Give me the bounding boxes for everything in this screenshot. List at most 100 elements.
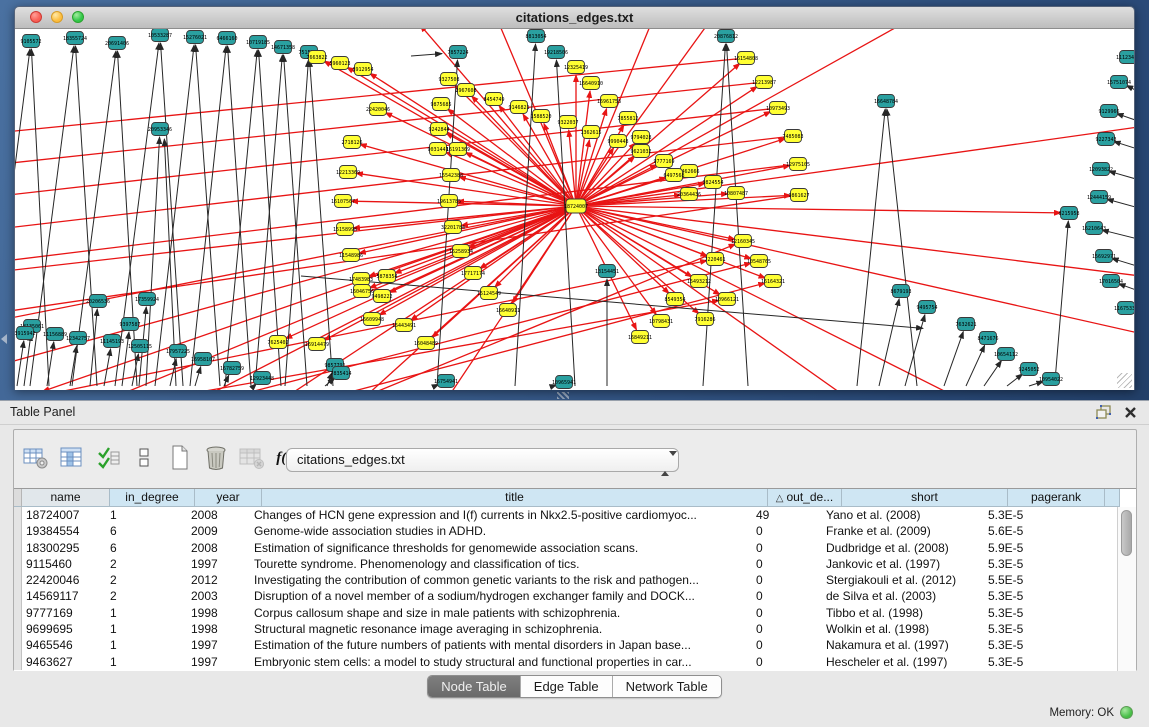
- table-cell[interactable]: 1997: [187, 637, 250, 653]
- table-cell[interactable]: 49: [752, 507, 822, 523]
- table-cell[interactable]: 5.3E-5: [984, 556, 1077, 572]
- tab-network-table[interactable]: Network Table: [613, 676, 721, 697]
- window-resize-grip[interactable]: [1117, 373, 1132, 388]
- table-cell[interactable]: 5.3E-5: [984, 605, 1077, 621]
- table-cell[interactable]: 0: [752, 637, 822, 653]
- column-header[interactable]: short: [842, 489, 1008, 507]
- table-cell[interactable]: 1: [106, 621, 187, 637]
- column-header[interactable]: name: [22, 489, 110, 507]
- table-cell[interactable]: 2: [106, 556, 187, 572]
- table-cell[interactable]: 2008: [187, 507, 250, 523]
- table-cell[interactable]: 19384554: [22, 523, 106, 539]
- table-cell[interactable]: 0: [752, 621, 822, 637]
- table-cell[interactable]: 5.3E-5: [984, 637, 1077, 653]
- panel-collapse-arrow-icon[interactable]: [1, 334, 7, 344]
- table-cell[interactable]: 1997: [187, 654, 250, 670]
- table-cell[interactable]: Structural magnetic resonance image aver…: [250, 621, 752, 637]
- table-cell[interactable]: 9699695: [22, 621, 106, 637]
- table-cell[interactable]: Nakamura et al. (1997): [822, 637, 984, 653]
- table-cell[interactable]: Franke et al. (2009): [822, 523, 984, 539]
- table-row[interactable]: 2242004622012Investigating the contribut…: [14, 572, 1136, 588]
- table-cell[interactable]: 5.3E-5: [984, 654, 1077, 670]
- table-cell[interactable]: 0: [752, 605, 822, 621]
- table-cell[interactable]: 0: [752, 540, 822, 556]
- table-cell[interactable]: 5.9E-5: [984, 540, 1077, 556]
- table-cell[interactable]: Tourette syndrome. Phenomenology and cla…: [250, 556, 752, 572]
- table-cell[interactable]: Investigating the contribution of common…: [250, 572, 752, 588]
- table-row[interactable]: 969969511998Structural magnetic resonanc…: [14, 621, 1136, 637]
- table-cell[interactable]: 1: [106, 637, 187, 653]
- column-header[interactable]: [1105, 489, 1120, 507]
- table-cell[interactable]: 18300295: [22, 540, 106, 556]
- window-titlebar[interactable]: citations_edges.txt: [15, 7, 1134, 29]
- table-cell[interactable]: 1: [106, 507, 187, 523]
- table-cell[interactable]: 5.5E-5: [984, 572, 1077, 588]
- column-header[interactable]: △out_de...: [768, 489, 842, 507]
- table-cell[interactable]: Genome-wide association studies in ADHD.: [250, 523, 752, 539]
- table-row[interactable]: 977716911998Corpus callosum shape and si…: [14, 605, 1136, 621]
- table-columns-icon[interactable]: [58, 445, 85, 471]
- table-cell[interactable]: 5.3E-5: [984, 588, 1077, 604]
- table-cell[interactable]: 2012: [187, 572, 250, 588]
- tab-edge-table[interactable]: Edge Table: [521, 676, 613, 697]
- table-cell[interactable]: 18724007: [22, 507, 106, 523]
- table-cell[interactable]: Hescheler et al. (1997): [822, 654, 984, 670]
- table-cell[interactable]: 1998: [187, 621, 250, 637]
- table-cell[interactable]: 0: [752, 654, 822, 670]
- table-row[interactable]: 946554611997Estimation of the future num…: [14, 637, 1136, 653]
- close-panel-icon[interactable]: [1124, 406, 1137, 419]
- table-row[interactable]: 1872400712008Changes of HCN gene express…: [14, 507, 1136, 523]
- table-cell[interactable]: 2: [106, 588, 187, 604]
- table-cell[interactable]: 9465546: [22, 637, 106, 653]
- node-table[interactable]: namein_degreeyeartitle△out_de...shortpag…: [14, 488, 1136, 671]
- table-cell[interactable]: Changes of HCN gene expression and I(f) …: [250, 507, 752, 523]
- table-cell[interactable]: 9463627: [22, 654, 106, 670]
- table-row[interactable]: 946362711997Embryonic stem cells: a mode…: [14, 654, 1136, 670]
- table-cell[interactable]: 9777169: [22, 605, 106, 621]
- column-header[interactable]: year: [195, 489, 262, 507]
- scrollbar-thumb[interactable]: [1121, 510, 1132, 556]
- column-header[interactable]: pagerank: [1008, 489, 1105, 507]
- table-cell[interactable]: Estimation of the future numbers of pati…: [250, 637, 752, 653]
- table-cell[interactable]: Estimation of significance thresholds fo…: [250, 540, 752, 556]
- table-cell[interactable]: 5.3E-5: [984, 507, 1077, 523]
- network-canvas[interactable]: 9105572183557242069140610533287152760216…: [15, 29, 1134, 390]
- table-row[interactable]: 1938455462009Genome-wide association stu…: [14, 523, 1136, 539]
- table-cell[interactable]: 1998: [187, 605, 250, 621]
- table-row[interactable]: 1456911722003Disruption of a novel membe…: [14, 588, 1136, 604]
- table-cell[interactable]: 2008: [187, 540, 250, 556]
- split-pane-handle[interactable]: [557, 392, 569, 399]
- table-cell[interactable]: 0: [752, 588, 822, 604]
- table-cell[interactable]: Embryonic stem cells: a model to study s…: [250, 654, 752, 670]
- table-cell[interactable]: 0: [752, 556, 822, 572]
- new-document-icon[interactable]: [166, 445, 193, 471]
- table-cell[interactable]: 6: [106, 540, 187, 556]
- table-cell[interactable]: Jankovic et al. (1997): [822, 556, 984, 572]
- table-cell[interactable]: 1: [106, 605, 187, 621]
- network-graph[interactable]: 9105572183557242069140610533287152760216…: [15, 29, 1134, 390]
- trash-icon[interactable]: [202, 445, 229, 471]
- table-cell[interactable]: Tibbo et al. (1998): [822, 605, 984, 621]
- table-select-dropdown[interactable]: citations_edges.txt: [286, 448, 679, 472]
- table-cell[interactable]: Dudbridge et al. (2008): [822, 540, 984, 556]
- table-cell[interactable]: 9115460: [22, 556, 106, 572]
- table-cell[interactable]: 1: [106, 654, 187, 670]
- table-row[interactable]: 1830029562008Estimation of significance …: [14, 540, 1136, 556]
- table-cell[interactable]: 6: [106, 523, 187, 539]
- table-cell[interactable]: 0: [752, 572, 822, 588]
- table-cell[interactable]: 2: [106, 572, 187, 588]
- table-cell[interactable]: Stergiakouli et al. (2012): [822, 572, 984, 588]
- tab-node-table[interactable]: Node Table: [428, 676, 521, 697]
- table-cell[interactable]: Wolkin et al. (1998): [822, 621, 984, 637]
- column-header[interactable]: title: [262, 489, 768, 507]
- table-cell[interactable]: 14569117: [22, 588, 106, 604]
- table-cell[interactable]: Disruption of a novel member of a sodium…: [250, 588, 752, 604]
- table-cell[interactable]: 22420046: [22, 572, 106, 588]
- stacked-rows-icon[interactable]: [130, 445, 157, 471]
- column-header[interactable]: in_degree: [110, 489, 195, 507]
- column-checks-icon[interactable]: [94, 445, 121, 471]
- table-cell[interactable]: 1997: [187, 556, 250, 572]
- table-cell[interactable]: 5.6E-5: [984, 523, 1077, 539]
- table-cell[interactable]: 2009: [187, 523, 250, 539]
- table-row[interactable]: 911546021997Tourette syndrome. Phenomeno…: [14, 556, 1136, 572]
